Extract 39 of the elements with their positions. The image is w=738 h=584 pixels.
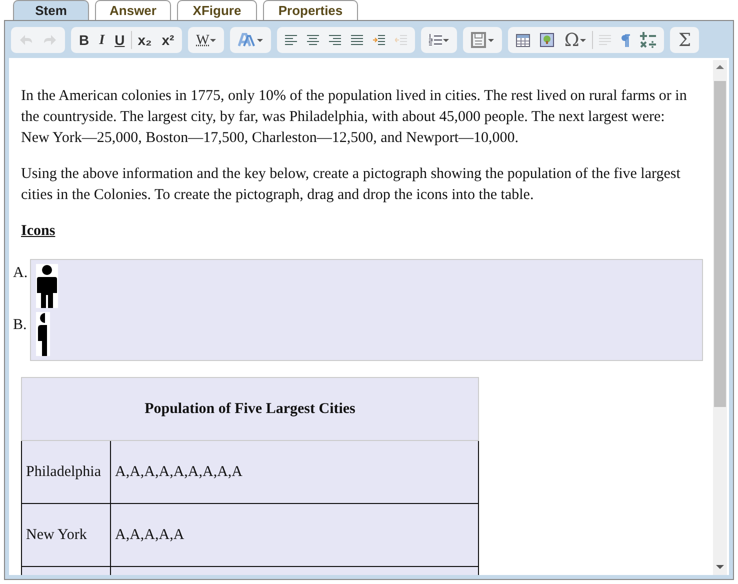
tab[interactable]: Answer bbox=[95, 0, 171, 20]
format-button[interactable]: x² bbox=[158, 29, 178, 51]
numbered-list-icon bbox=[429, 34, 442, 46]
option-label: A. bbox=[13, 264, 28, 283]
indent-icon bbox=[373, 34, 386, 46]
tab[interactable]: XFigure bbox=[177, 0, 257, 20]
table-cell[interactable]: A,A,A,A,A,A,A,A,A bbox=[110, 440, 478, 504]
paragraph: In the American colonies in 1775, only 10% of the population lived in cities. The rest lived on rural farms or in the countryside. The largest city, by far, was Philadelphia, with about 45,000 people. The next largest were: New York—25,000, Boston—17,500, Charleston—12,500, and Newport—10,000. bbox=[21, 87, 688, 148]
format-button[interactable]: x₂ bbox=[134, 29, 156, 51]
table-title: Population of Five Largest Cities bbox=[22, 378, 478, 440]
tab[interactable]: Stem bbox=[13, 0, 89, 20]
font-color-icon bbox=[238, 33, 256, 47]
pilcrow-icon bbox=[621, 34, 630, 46]
undo-icon bbox=[19, 34, 33, 46]
half-person-icon[interactable] bbox=[36, 312, 50, 356]
align-right-icon bbox=[329, 34, 342, 46]
math-operators-icon bbox=[640, 32, 656, 48]
section-heading: Icons bbox=[21, 222, 56, 241]
format-button[interactable]: B bbox=[75, 29, 94, 51]
table-cell: New York bbox=[22, 504, 110, 566]
text-lines-icon bbox=[599, 34, 612, 46]
scrollbar[interactable] bbox=[713, 60, 727, 575]
option-label: B. bbox=[13, 316, 27, 335]
format-button[interactable]: Ω bbox=[560, 29, 590, 51]
align-center-icon bbox=[307, 34, 320, 46]
align-left-icon bbox=[285, 34, 298, 46]
table-cell[interactable]: A,A,A,A,A bbox=[110, 504, 478, 566]
table-icon bbox=[516, 34, 530, 46]
outdent-icon bbox=[395, 34, 408, 46]
tab[interactable]: Properties bbox=[263, 0, 358, 20]
format-button[interactable]: U bbox=[110, 29, 129, 51]
justify-icon bbox=[351, 34, 364, 46]
paragraph: Using the above information and the key below, create a pictograph showing the population of the five largest cities in the Colonies. To create the pictograph, drag and drop the icons into the table. bbox=[21, 165, 682, 205]
format-button[interactable]: I bbox=[95, 29, 109, 51]
table-cell: Philadelphia bbox=[22, 440, 110, 504]
person-icon[interactable] bbox=[36, 264, 58, 308]
form-icon bbox=[471, 32, 488, 48]
image-icon bbox=[540, 33, 554, 47]
redo-icon bbox=[43, 34, 57, 46]
